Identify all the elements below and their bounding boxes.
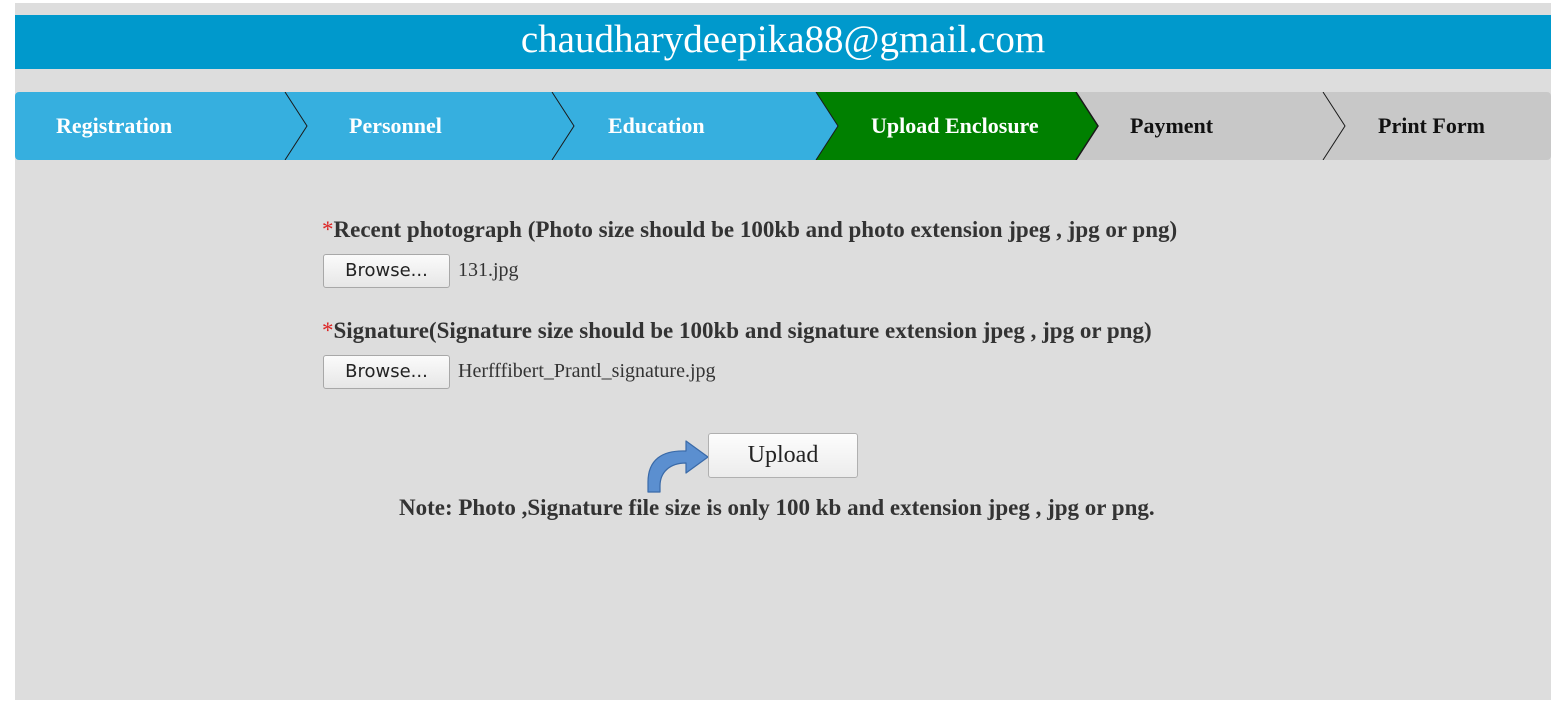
upload-note: Note: Photo ,Signature file size is only… [399, 495, 1155, 520]
step-label-payment[interactable]: Payment [1130, 92, 1213, 160]
signature-browse-button[interactable]: Browse... [323, 355, 450, 389]
signature-file-name: Herfffibert_Prantl_signature.jpg [458, 360, 716, 382]
step-label-registration[interactable]: Registration [56, 92, 172, 160]
curved-arrow-icon [647, 440, 709, 493]
step-label-print-form[interactable]: Print Form [1378, 92, 1485, 160]
header-email: chaudharydeepika88@gmail.com [15, 15, 1551, 69]
photo-browse-button[interactable]: Browse... [323, 254, 450, 288]
photo-field-label: *Recent photograph (Photo size should be… [322, 217, 1177, 243]
step-label-education[interactable]: Education [608, 92, 705, 160]
upload-button[interactable]: Upload [708, 433, 858, 478]
step-label-personnel[interactable]: Personnel [349, 92, 442, 160]
signature-field-label: *Signature(Signature size should be 100k… [322, 318, 1152, 344]
photo-label-text: Recent photograph (Photo size should be … [333, 217, 1178, 242]
step-label-upload-enclosure[interactable]: Upload Enclosure [871, 92, 1039, 160]
photo-file-name: 131.jpg [458, 259, 519, 281]
steps-background [15, 92, 1551, 160]
required-marker: * [322, 318, 334, 343]
signature-label-text: Signature(Signature size should be 100kb… [333, 318, 1152, 343]
progress-steps: Registration Personnel Education Upload … [15, 92, 1551, 160]
required-marker: * [322, 217, 334, 242]
